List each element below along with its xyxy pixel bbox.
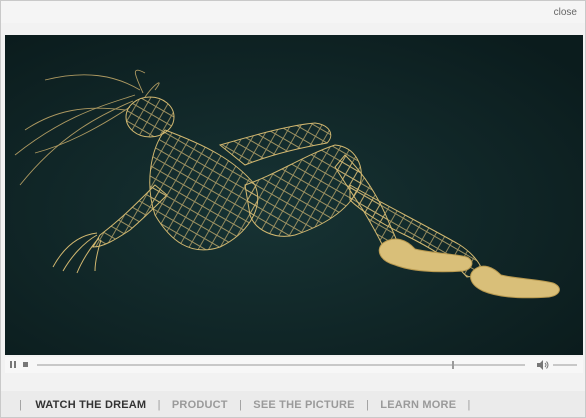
nav-separator: | [19,399,23,411]
popup-header: close [1,1,585,23]
nav-product[interactable]: PRODUCT [172,399,228,411]
nav-separator: | [365,399,370,411]
bottom-nav: | WATCH THE DREAM | PRODUCT | SEE THE PI… [1,391,585,417]
nav-separator: | [157,399,161,411]
nav-learn-more[interactable]: LEARN MORE [380,399,456,411]
nav-see-the-picture[interactable]: SEE THE PICTURE [253,399,354,411]
nav-watch-the-dream[interactable]: WATCH THE DREAM [35,399,146,411]
player-controls [5,357,583,373]
progress-scrubber[interactable] [452,361,454,369]
close-link[interactable]: close [554,7,577,18]
nav-separator: | [238,399,243,411]
volume-icon[interactable] [536,360,550,370]
pause-button[interactable] [10,361,17,368]
nav-separator: | [467,399,471,411]
volume-slider[interactable] [553,364,577,366]
video-player[interactable] [5,35,583,355]
video-frame-sculpture [5,35,583,355]
stop-button[interactable] [23,362,28,367]
video-popup: close | WATCH THE DREAM | PRODUCT | SEE … [0,0,586,418]
